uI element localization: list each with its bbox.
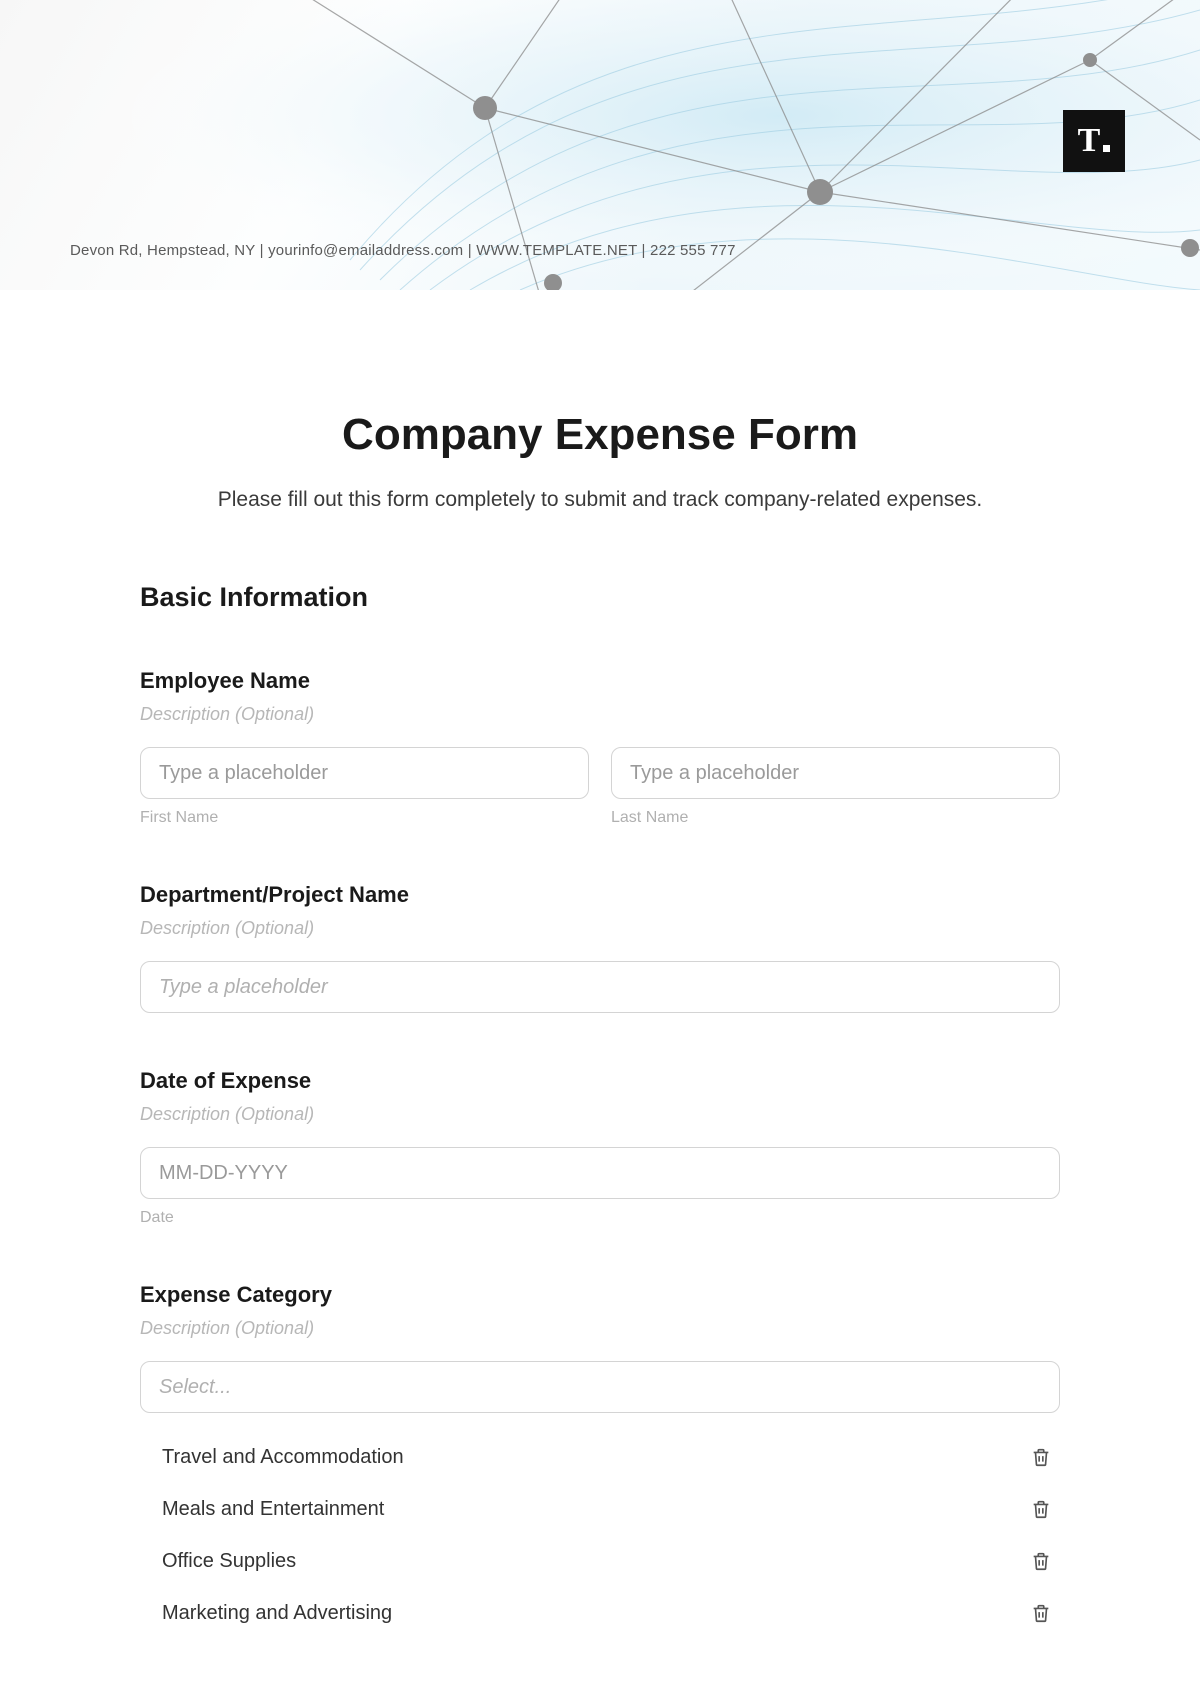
first-name-sublabel: First Name [140, 809, 589, 827]
header-banner: T Devon Rd, Hempstead, NY | yourinfo@ema… [0, 0, 1200, 290]
trash-icon[interactable] [1030, 1549, 1052, 1573]
category-option-label: Office Supplies [162, 1550, 296, 1573]
field-label: Employee Name [140, 668, 1060, 694]
category-option[interactable]: Office Supplies [140, 1535, 1060, 1587]
category-option[interactable]: Travel and Accommodation [140, 1431, 1060, 1483]
trash-icon[interactable] [1030, 1497, 1052, 1521]
page-title: Company Expense Form [0, 410, 1200, 460]
date-input[interactable] [140, 1147, 1060, 1199]
field-description: Description (Optional) [140, 1318, 1060, 1339]
trash-icon[interactable] [1030, 1601, 1052, 1625]
field-description: Description (Optional) [140, 1104, 1060, 1125]
category-options-list: Travel and Accommodation Meals and Enter… [140, 1431, 1060, 1639]
field-label: Department/Project Name [140, 882, 1060, 908]
category-option[interactable]: Marketing and Advertising [140, 1587, 1060, 1639]
date-sublabel: Date [140, 1209, 1060, 1227]
field-date-of-expense: Date of Expense Description (Optional) D… [140, 1068, 1060, 1227]
category-select[interactable] [140, 1361, 1060, 1413]
field-label: Date of Expense [140, 1068, 1060, 1094]
brand-logo-text: T [1078, 122, 1101, 160]
field-description: Description (Optional) [140, 918, 1060, 939]
last-name-input[interactable] [611, 747, 1060, 799]
field-employee-name: Employee Name Description (Optional) Fir… [140, 668, 1060, 827]
category-option-label: Marketing and Advertising [162, 1602, 392, 1625]
header-contact-line: Devon Rd, Hempstead, NY | yourinfo@email… [70, 242, 736, 259]
category-option-label: Travel and Accommodation [162, 1446, 404, 1469]
department-input[interactable] [140, 961, 1060, 1013]
category-option[interactable]: Meals and Entertainment [140, 1483, 1060, 1535]
first-name-input[interactable] [140, 747, 589, 799]
trash-icon[interactable] [1030, 1445, 1052, 1469]
field-expense-category: Expense Category Description (Optional) … [140, 1282, 1060, 1639]
field-label: Expense Category [140, 1282, 1060, 1308]
field-description: Description (Optional) [140, 704, 1060, 725]
category-option-label: Meals and Entertainment [162, 1498, 384, 1521]
field-department: Department/Project Name Description (Opt… [140, 882, 1060, 1013]
brand-logo: T [1063, 110, 1125, 172]
page-subtitle: Please fill out this form completely to … [0, 488, 1200, 512]
section-basic-information: Basic Information [140, 582, 1060, 613]
last-name-sublabel: Last Name [611, 809, 1060, 827]
